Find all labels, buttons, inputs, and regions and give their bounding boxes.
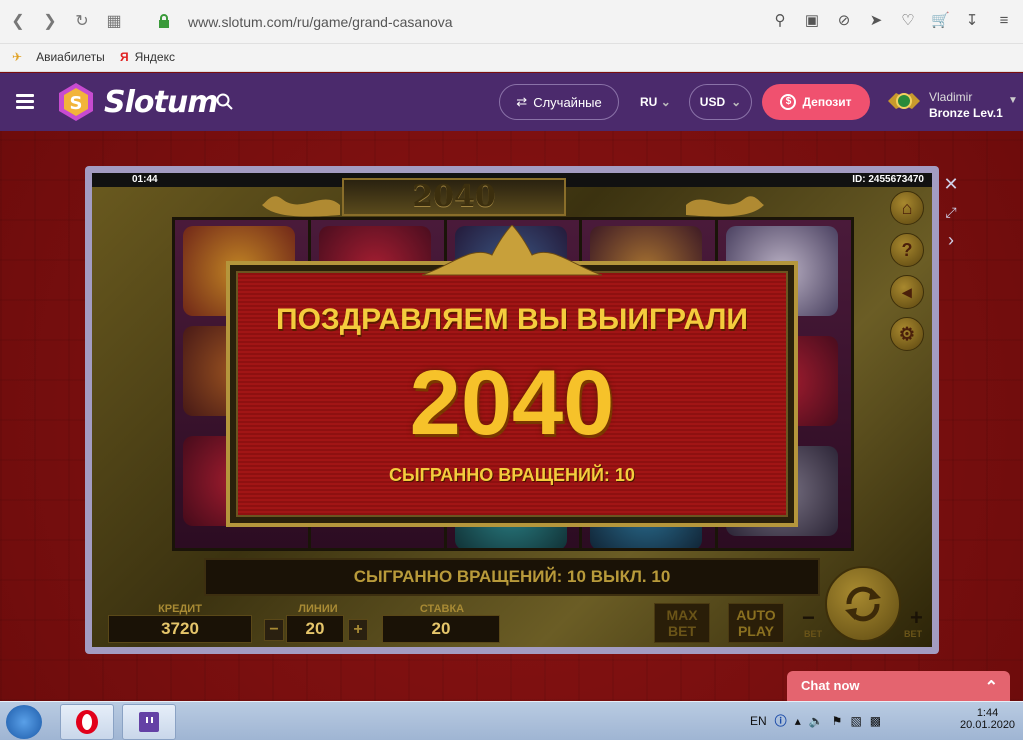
bet-plus-button[interactable]: + [910,605,923,631]
win-title: ПОЗДРАВЛЯЕМ ВЫ ВЫИГРАЛИ [276,303,748,336]
bookmark-yandex[interactable]: Я Яндекс [120,50,175,64]
taskbar-date: 20.01.2020 [960,719,1016,731]
svg-text:S: S [70,93,83,114]
tray-language[interactable]: EN [750,714,767,728]
network-icon[interactable]: ▧ [850,714,861,728]
home-icon[interactable]: ⌂ [890,191,924,225]
settings-gear-icon[interactable]: ⚙ [890,317,924,351]
tabs-grid-icon[interactable]: ▦ [104,12,124,32]
taskbar-time: 1:44 [976,707,999,719]
bet-minus-label: BET [804,629,822,639]
deposit-button[interactable]: $ Депозит [762,84,870,120]
volume-icon[interactable]: 🔈 [809,714,824,728]
bet-minus-button[interactable]: − [802,605,815,631]
free-spins-info: СЫГРАННО ВРАЩЕНИЙ: 10 ВЫКЛ. 10 [204,558,820,596]
bet-value: 20 [382,615,500,643]
shuffle-icon: ⇄ [516,94,528,109]
system-tray: EN ⓘ ▴ 🔈 ⚑ ▧ ▩ [750,712,881,729]
search-icon[interactable] [216,93,234,111]
flag-icon[interactable]: ⚑ [832,714,843,728]
bet-plus-label: BET [904,629,922,639]
user-name[interactable]: Vladimir [929,90,972,104]
opera-taskbar-icon[interactable] [60,704,114,740]
close-icon[interactable]: ✕ [940,170,962,198]
address-bar[interactable]: www.slotum.com/ru/game/grand-casanova [188,14,453,30]
download-icon[interactable]: ↧ [963,12,981,30]
lines-value: 20 [286,615,344,643]
bookmarks-bar: ✈ Авиабилеты Я Яндекс [0,44,1023,72]
win-popup[interactable]: ПОЗДРАВЛЯЕМ ВЫ ВЫИГРАЛИ 2040 СЫГРАННО ВР… [226,261,798,527]
language-select[interactable]: RU ⌄ [640,95,671,109]
chat-now-button[interactable]: Chat now ⌃ [787,671,1010,701]
credit-label: КРЕДИТ [158,603,202,615]
slotum-logo-icon[interactable]: S [56,82,96,122]
dollar-coin-icon: $ [780,94,797,110]
auto-play-button[interactable]: AUTO PLAY [728,603,784,643]
win-amount: 2040 [409,352,615,454]
lines-minus-button[interactable]: − [264,619,284,641]
camera-icon[interactable]: ▣ [803,12,821,30]
credit-value: 3720 [108,615,252,643]
forward-icon[interactable]: ❯ [40,12,60,32]
taskbar-clock[interactable]: 1:44 20.01.2020 [960,707,1015,731]
heart-icon[interactable]: ♡ [899,12,917,30]
currency-select[interactable]: USD ⌄ [689,84,752,120]
reload-icon[interactable]: ↻ [72,12,92,32]
win-spins-count: СЫГРАННО ВРАЩЕНИЙ: 10 [389,465,635,485]
chevron-down-icon: ⌄ [660,95,671,109]
random-games-button[interactable]: ⇄ Случайные [499,84,619,120]
fullscreen-icon[interactable]: ⤢ [940,198,962,226]
game-clock: 01:44 [132,174,158,185]
clipboard-icon[interactable]: ▩ [870,714,881,728]
avatar[interactable] [886,87,922,117]
user-level: Bronze Lev.1 [929,106,1003,120]
win-popup-inner: ПОЗДРАВЛЯЕМ ВЫ ВЫИГРАЛИ 2040 СЫГРАННО ВР… [236,271,788,517]
game-id: ID: 2455673470 [852,174,924,185]
win-crest-ornament [422,225,602,276]
menu-icon[interactable]: ≡ [995,12,1013,30]
side-menu: ⌂ ? ◂ ⚙ [890,191,924,351]
slot-game[interactable]: 01:44 ID: 2455673470 2040 ⌂ ? ◂ ⚙ ПОЗДРА… [92,173,932,647]
bookmark-flights[interactable]: ✈ Авиабилеты [12,50,105,64]
browser-toolbar: ❮ ❯ ↻ ▦ www.slotum.com/ru/game/grand-cas… [0,0,1023,44]
yandex-icon: Я [120,50,129,64]
bet-label: СТАВКА [419,603,465,615]
lock-icon [159,14,169,28]
chevron-right-icon[interactable]: › [940,226,962,254]
spin-arrows-icon [845,586,881,622]
taskbar: EN ⓘ ▴ 🔈 ⚑ ▧ ▩ 1:44 20.01.2020 [0,701,1023,740]
windows-start-icon[interactable] [6,705,42,739]
game-frame-controls: ✕ ⤢ › [940,170,962,254]
twitch-taskbar-icon[interactable] [122,704,176,740]
logo-text[interactable]: Slotum [104,85,218,120]
total-win-plate: 2040 [342,178,566,216]
back-icon[interactable]: ❮ [8,12,28,32]
adblock-icon[interactable]: ⊘ [835,12,853,30]
show-hidden-icon[interactable]: ▴ [795,714,801,728]
ornament-left [262,196,340,217]
chevron-down-icon: ⌄ [731,95,742,109]
hamburger-menu-icon[interactable] [16,94,34,110]
spin-button[interactable] [825,566,901,642]
sound-icon[interactable]: ◂ [890,275,924,309]
lines-label: ЛИНИИ [298,603,338,615]
site-header: S Slotum ⇄ Случайные RU ⌄ USD ⌄ $ Депози… [0,73,1023,131]
cart-icon[interactable]: 🛒 [931,12,950,30]
chevron-up-icon: ⌃ [984,679,998,696]
send-icon[interactable]: ➤ [867,12,885,30]
search-icon[interactable]: ⚲ [771,12,789,30]
lines-plus-button[interactable]: + [348,619,368,641]
plane-icon: ✈ [12,50,23,64]
max-bet-button[interactable]: MAX BET [654,603,710,643]
chevron-down-icon[interactable]: ▼ [1008,95,1018,106]
help-icon[interactable]: ? [890,233,924,267]
help-tray-icon[interactable]: ⓘ [775,712,787,729]
ornament-right [686,196,764,217]
